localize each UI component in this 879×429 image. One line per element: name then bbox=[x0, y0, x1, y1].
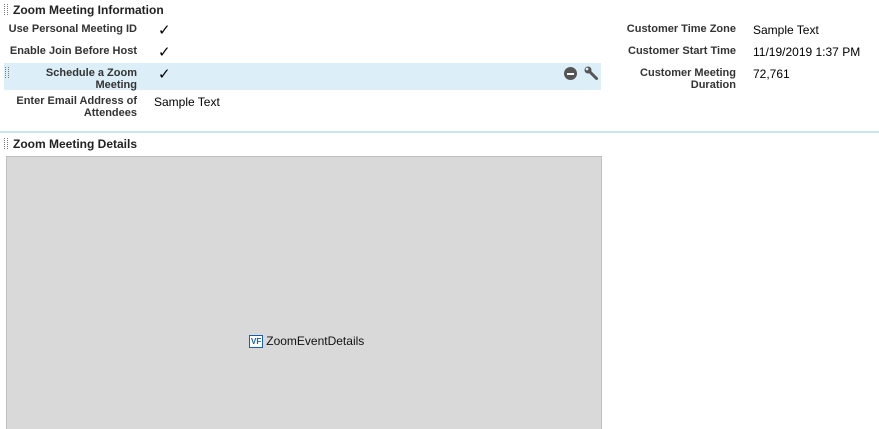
field-value: 72,761 bbox=[753, 67, 790, 81]
section-header-details: Zoom Meeting Details bbox=[4, 137, 137, 151]
section-title: Zoom Meeting Information bbox=[13, 3, 164, 17]
field-label: Enable Join Before Host bbox=[9, 45, 137, 57]
field-value: Sample Text bbox=[753, 23, 819, 37]
checkmark-icon: ✓ bbox=[158, 44, 171, 61]
checkmark-icon: ✓ bbox=[158, 66, 171, 83]
field-label: Schedule a Zoom Meeting bbox=[45, 67, 137, 91]
field-value: 11/19/2019 1:37 PM bbox=[753, 45, 861, 59]
wrench-icon[interactable] bbox=[583, 65, 599, 81]
field-label: Customer Meeting Duration bbox=[640, 67, 736, 91]
field-label: Customer Start Time bbox=[628, 45, 736, 57]
drag-handle-icon[interactable] bbox=[4, 138, 8, 149]
component-label: VF ZoomEventDetails bbox=[249, 334, 364, 348]
component-name: ZoomEventDetails bbox=[266, 334, 365, 348]
section-title: Zoom Meeting Details bbox=[13, 137, 138, 151]
field-label: Enter Email Address of Attendees bbox=[16, 95, 137, 119]
field-label: Use Personal Meeting ID bbox=[8, 23, 137, 35]
field-value: Sample Text bbox=[154, 95, 220, 109]
visualforce-component-canvas[interactable]: VF ZoomEventDetails bbox=[6, 156, 602, 429]
visualforce-icon: VF bbox=[249, 335, 264, 348]
section-header-info: Zoom Meeting Information bbox=[4, 3, 164, 17]
checkmark-icon: ✓ bbox=[158, 22, 171, 39]
section-divider bbox=[0, 131, 879, 133]
field-label: Customer Time Zone bbox=[626, 23, 736, 35]
drag-handle-icon[interactable] bbox=[4, 4, 8, 15]
remove-icon[interactable] bbox=[564, 67, 577, 80]
